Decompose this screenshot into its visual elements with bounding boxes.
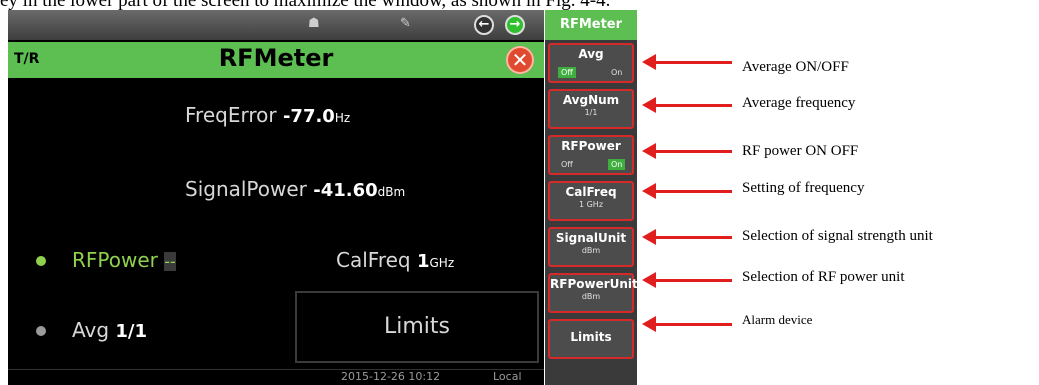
annotation-arrow	[642, 316, 732, 332]
signal-power-label: SignalPower	[185, 177, 307, 201]
avgnum-softkey-label: AvgNum	[562, 93, 620, 107]
freq-error-value: -77.0	[282, 106, 335, 127]
annotation-rfpowerunit: Selection of RF power unit	[742, 269, 905, 285]
rf-power-readout: RFPower --	[72, 248, 176, 272]
limits-button[interactable]: Limits	[295, 291, 539, 363]
annotation-arrow	[642, 272, 732, 288]
panel-title: RFMeter	[545, 10, 637, 40]
top-toolbar: ☗ ✎ ← →	[8, 10, 544, 40]
rfpower-softkey-label: RFPower	[561, 139, 621, 153]
pen-icon: ✎	[400, 16, 411, 31]
avg-indicator-dot	[36, 326, 46, 336]
cal-freq-readout: CalFreq 1GHz	[336, 248, 454, 272]
device-screen: ☗ ✎ ← → T/R RFMeter ✕ FreqError -77.0Hz …	[8, 10, 544, 385]
antenna-icon: ☗	[308, 16, 320, 31]
calfreq-softkey-value: 1 GHz	[578, 200, 604, 209]
avg-softkey-label: Avg	[578, 47, 604, 61]
status-datetime: 2015-12-26 10:12	[341, 370, 441, 383]
cal-freq-label: CalFreq	[336, 248, 411, 272]
annotation-arrow	[642, 97, 732, 113]
annotation-avg: Average ON/OFF	[742, 59, 849, 75]
annotation-calfreq: Setting of frequency	[742, 180, 865, 196]
annotation-arrow	[642, 183, 732, 199]
cal-freq-unit: GHz	[429, 256, 455, 270]
freq-error-label: FreqError	[185, 103, 277, 127]
annotation-limits: Alarm device	[742, 312, 813, 327]
signal-power-value: -41.60	[313, 180, 378, 201]
annotation-signalunit: Selection of signal strength unit	[742, 228, 933, 244]
avgnum-softkey[interactable]: AvgNum 1/1	[548, 89, 634, 129]
avg-off-option[interactable]: Off	[558, 67, 576, 78]
annotation-arrow	[642, 54, 732, 70]
rf-power-value: --	[164, 252, 176, 271]
avg-value: 1/1	[115, 321, 148, 342]
limits-softkey-label: Limits	[570, 330, 612, 344]
annotation-arrow	[642, 229, 732, 245]
rfpowerunit-softkey[interactable]: RFPowerUnit dBm	[548, 273, 638, 313]
freq-error-unit: Hz	[334, 111, 351, 125]
avg-readout: Avg 1/1	[72, 318, 147, 342]
rf-power-label: RFPower	[72, 248, 158, 272]
calfreq-softkey[interactable]: CalFreq 1 GHz	[548, 181, 634, 221]
rfpower-on-option[interactable]: On	[608, 159, 626, 170]
signal-power-readout: SignalPower -41.60dBm	[185, 177, 405, 201]
rfpowerunit-softkey-value: dBm	[581, 292, 601, 301]
close-icon[interactable]: ✕	[506, 46, 534, 74]
forward-arrow-icon[interactable]: →	[505, 15, 525, 35]
status-bar: 2015-12-26 10:12 Local	[8, 369, 544, 385]
signalunit-softkey-label: SignalUnit	[555, 231, 627, 245]
calfreq-softkey-label: CalFreq	[565, 185, 617, 199]
cal-freq-value: 1	[416, 251, 430, 272]
title-bar: T/R RFMeter ✕	[8, 42, 544, 78]
signal-power-unit: dBm	[377, 185, 406, 199]
back-arrow-icon[interactable]: ←	[474, 15, 494, 35]
rfpowerunit-softkey-label: RFPowerUnit	[550, 277, 638, 291]
annotation-avgnum: Average frequency	[742, 95, 856, 111]
limits-softkey[interactable]: Limits	[548, 319, 634, 359]
status-mode: Local	[493, 370, 522, 383]
page-title: RFMeter	[218, 44, 334, 72]
annotation-arrow	[642, 143, 732, 159]
rf-power-indicator-dot	[36, 256, 46, 266]
avg-softkey[interactable]: Avg Off On	[548, 43, 634, 83]
rfpower-off-option[interactable]: Off	[558, 159, 576, 170]
signalunit-softkey-value: dBm	[581, 246, 601, 255]
annotation-rfpower: RF power ON OFF	[742, 143, 859, 159]
avgnum-softkey-value: 1/1	[584, 108, 598, 117]
avg-on-option[interactable]: On	[608, 67, 625, 78]
avg-label: Avg	[72, 318, 110, 342]
freq-error-readout: FreqError -77.0Hz	[185, 103, 350, 127]
softkey-panel: RFMeter Avg Off On AvgNum 1/1 RFPower Of…	[545, 10, 638, 385]
signalunit-softkey[interactable]: SignalUnit dBm	[548, 227, 634, 267]
rfpower-softkey[interactable]: RFPower Off On	[548, 135, 634, 175]
